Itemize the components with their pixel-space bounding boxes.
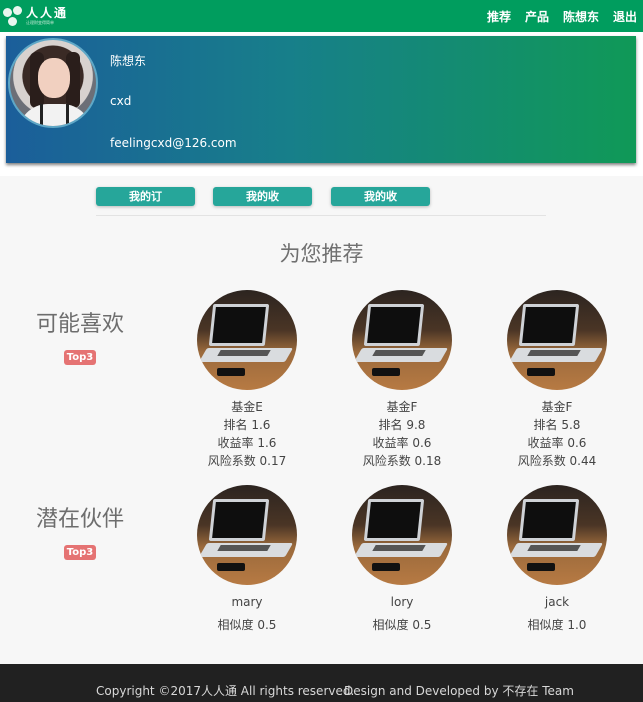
profile-tabs: 我的订 我的收 我的收 — [96, 187, 546, 216]
row-title: 可能喜欢 — [35, 312, 124, 337]
fund-risk: 风险系数 0.18 — [362, 454, 442, 468]
nav-links: 推荐 产品 陈想东 退出 — [473, 8, 637, 25]
tab-my-orders[interactable]: 我的订 — [96, 187, 195, 206]
tab-my-collections[interactable]: 我的收 — [331, 187, 430, 206]
nav-link-logout[interactable]: 退出 — [613, 8, 637, 25]
profile-name: 陈想东 — [110, 54, 147, 68]
fund-risk: 风险系数 0.17 — [207, 454, 287, 468]
laptop-thumbnail — [352, 485, 452, 585]
fund-yield: 收益率 0.6 — [372, 436, 432, 450]
tab-my-favorites[interactable]: 我的收 — [213, 187, 312, 206]
laptop-thumbnail — [507, 485, 607, 585]
logo-icon — [2, 5, 24, 27]
recommend-title: 为您推荐 — [279, 242, 364, 266]
footer-copyright: Copyright ©2017人人通 All rights reserved. — [96, 684, 355, 698]
fund-name: 基金F — [541, 400, 573, 414]
fund-yield: 收益率 0.6 — [527, 436, 587, 450]
profile-email: feelingcxd@126.com — [110, 136, 237, 150]
row-label-partners: 潜在伙伴 Top3 — [30, 501, 130, 560]
partner-card[interactable]: lory 相似度 0.5 — [342, 485, 462, 634]
top-navbar: 人人通 让理财变得简单 推荐 产品 陈想东 退出 — [0, 0, 643, 32]
partner-card[interactable]: mary 相似度 0.5 — [187, 485, 307, 634]
fund-name: 基金E — [231, 400, 263, 414]
partner-name: jack — [544, 595, 570, 609]
row-title: 潜在伙伴 — [35, 507, 124, 532]
nav-link-user[interactable]: 陈想东 — [563, 8, 599, 25]
laptop-thumbnail — [197, 290, 297, 390]
profile-section: 陈想东 cxd feelingcxd@126.com — [0, 32, 643, 176]
footer: Copyright ©2017人人通 All rights reserved. … — [0, 664, 643, 702]
nav-link-products[interactable]: 产品 — [525, 8, 549, 25]
top3-badge: Top3 — [63, 350, 97, 365]
top3-badge: Top3 — [63, 545, 97, 560]
logo-slogan: 让理财变得简单 — [26, 20, 54, 25]
fund-rank: 排名 5.8 — [533, 418, 581, 432]
nav-link-recommend[interactable]: 推荐 — [487, 8, 511, 25]
logo-name: 人人通 — [26, 6, 69, 20]
fund-card[interactable]: 基金F 排名 5.8 收益率 0.6 风险系数 0.44 — [497, 290, 617, 470]
profile-username: cxd — [110, 94, 132, 108]
row-label-likes: 可能喜欢 Top3 — [30, 306, 130, 365]
fund-rank: 排名 9.8 — [378, 418, 426, 432]
fund-risk: 风险系数 0.44 — [517, 454, 597, 468]
avatar — [8, 38, 98, 128]
fund-name: 基金F — [386, 400, 418, 414]
partner-card[interactable]: jack 相似度 1.0 — [497, 485, 617, 634]
fund-card[interactable]: 基金F 排名 9.8 收益率 0.6 风险系数 0.18 — [342, 290, 462, 470]
laptop-thumbnail — [352, 290, 452, 390]
laptop-thumbnail — [197, 485, 297, 585]
partner-name: mary — [231, 595, 263, 609]
partner-similarity: 相似度 0.5 — [372, 618, 432, 632]
partner-similarity: 相似度 1.0 — [527, 618, 587, 632]
fund-yield: 收益率 1.6 — [217, 436, 277, 450]
partner-name: lory — [390, 595, 414, 609]
fund-rank: 排名 1.6 — [223, 418, 271, 432]
profile-card: 陈想东 cxd feelingcxd@126.com — [6, 36, 636, 163]
partner-similarity: 相似度 0.5 — [217, 618, 277, 632]
fund-card[interactable]: 基金E 排名 1.6 收益率 1.6 风险系数 0.17 — [187, 290, 307, 470]
laptop-thumbnail — [507, 290, 607, 390]
logo[interactable]: 人人通 让理财变得简单 — [2, 0, 68, 32]
footer-credit: Design and Developed by 不存在 Team — [344, 684, 574, 698]
